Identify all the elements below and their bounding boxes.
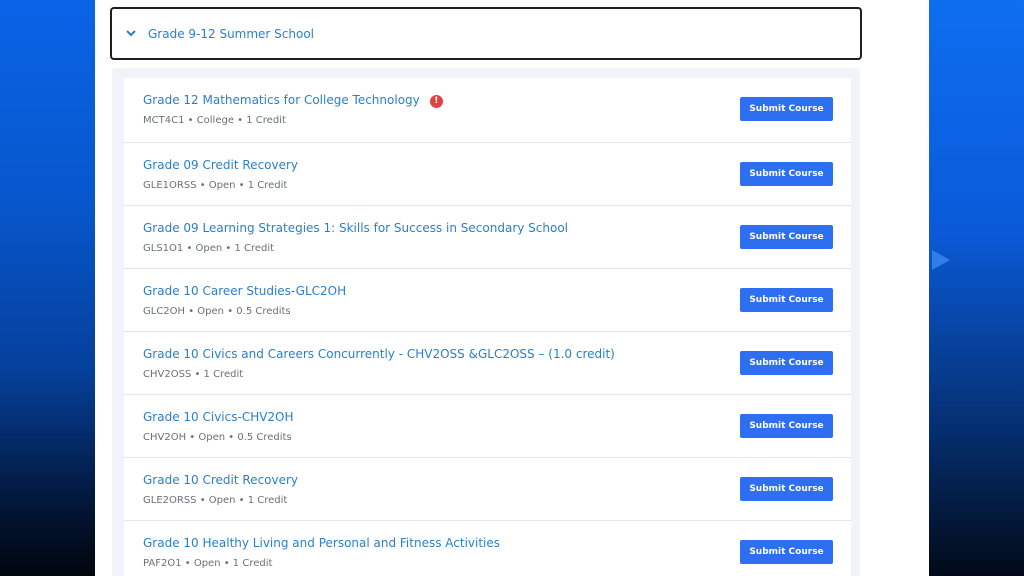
submit-course-button[interactable]: Submit Course: [740, 162, 833, 186]
course-title-text[interactable]: Grade 10 Healthy Living and Personal and…: [143, 536, 500, 550]
course-list: Grade 12 Mathematics for College Technol…: [124, 78, 851, 576]
course-meta: GLS1O1 • Open • 1 Credit: [143, 243, 275, 254]
submit-course-button[interactable]: Submit Course: [740, 540, 833, 564]
course-title-text[interactable]: Grade 10 Civics-CHV2OH: [143, 410, 294, 424]
course-meta: GLE2ORSS • Open • 1 Credit: [143, 495, 288, 506]
course-list-panel: Grade 12 Mathematics for College Technol…: [112, 68, 860, 576]
course-row: Grade 09 Learning Strategies 1: Skills f…: [124, 206, 851, 269]
course-meta: CHV2OSS • 1 Credit: [143, 369, 244, 380]
course-row: Grade 10 Civics and Careers Concurrently…: [124, 332, 851, 395]
course-title-link[interactable]: Grade 09 Learning Strategies 1: Skills f…: [143, 221, 568, 235]
submit-course-button[interactable]: Submit Course: [740, 225, 833, 249]
submit-course-button[interactable]: Submit Course: [740, 414, 833, 438]
course-row: Grade 10 Career Studies-GLC2OH GLC2OH • …: [124, 269, 851, 332]
course-title-text[interactable]: Grade 09 Credit Recovery: [143, 158, 298, 172]
course-title-link[interactable]: Grade 10 Healthy Living and Personal and…: [143, 536, 500, 550]
course-meta: PAF2O1 • Open • 1 Credit: [143, 558, 273, 569]
submit-course-button[interactable]: Submit Course: [740, 477, 833, 501]
course-row: Grade 09 Credit Recovery GLE1ORSS • Open…: [124, 143, 851, 206]
accordion-title: Grade 9-12 Summer School: [148, 26, 315, 41]
course-title-link[interactable]: Grade 10 Career Studies-GLC2OH: [143, 284, 346, 298]
alert-icon: !: [429, 94, 443, 108]
course-title-text[interactable]: Grade 12 Mathematics for College Technol…: [143, 93, 420, 107]
course-title-text[interactable]: Grade 10 Career Studies-GLC2OH: [143, 284, 346, 298]
course-title-link[interactable]: Grade 09 Credit Recovery: [143, 158, 298, 172]
course-page: Grade 9-12 Summer School Grade 12 Mathem…: [95, 0, 929, 576]
course-meta: CHV2OH • Open • 0.5 Credits: [143, 432, 292, 443]
course-row: Grade 10 Civics-CHV2OH CHV2OH • Open • 0…: [124, 395, 851, 458]
course-title-link[interactable]: Grade 10 Civics and Careers Concurrently…: [143, 347, 615, 361]
course-meta: GLC2OH • Open • 0.5 Credits: [143, 306, 291, 317]
course-row: Grade 10 Healthy Living and Personal and…: [124, 521, 851, 576]
course-meta: GLE1ORSS • Open • 1 Credit: [143, 180, 288, 191]
course-title-link[interactable]: Grade 10 Credit Recovery: [143, 473, 298, 487]
background-right-panel: [928, 0, 1024, 576]
course-meta: MCT4C1 • College • 1 Credit: [143, 115, 286, 126]
submit-course-button[interactable]: Submit Course: [740, 288, 833, 312]
background-arrow-decoration: [932, 250, 950, 270]
summer-school-accordion-header[interactable]: Grade 9-12 Summer School: [110, 7, 862, 60]
chevron-down-icon: [126, 29, 136, 39]
submit-course-button[interactable]: Submit Course: [740, 97, 833, 121]
course-row: Grade 12 Mathematics for College Technol…: [124, 78, 851, 143]
course-title-link[interactable]: Grade 12 Mathematics for College Technol…: [143, 93, 443, 108]
course-title-text[interactable]: Grade 09 Learning Strategies 1: Skills f…: [143, 221, 568, 235]
submit-course-button[interactable]: Submit Course: [740, 351, 833, 375]
course-title-text[interactable]: Grade 10 Credit Recovery: [143, 473, 298, 487]
course-title-link[interactable]: Grade 10 Civics-CHV2OH: [143, 410, 294, 424]
course-row: Grade 10 Credit Recovery GLE2ORSS • Open…: [124, 458, 851, 521]
course-title-text[interactable]: Grade 10 Civics and Careers Concurrently…: [143, 347, 615, 361]
